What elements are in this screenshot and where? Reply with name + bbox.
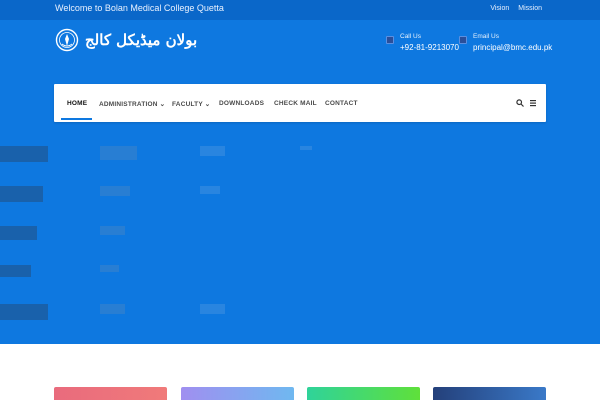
feature-cards xyxy=(0,387,600,400)
hero-image-tile xyxy=(100,146,137,160)
hero-image-tile xyxy=(0,265,31,277)
hero-image-tile xyxy=(100,186,130,196)
hero-image-tile xyxy=(100,265,119,272)
top-bar: Welcome to Bolan Medical College Quetta … xyxy=(0,0,600,20)
top-links: Vision Mission xyxy=(490,5,542,12)
nav-administration-label: ADMINISTRATION xyxy=(99,101,158,108)
main-navbar: HOME ADMINISTRATION ⌄ FACULTY ⌄ DOWNLOAD… xyxy=(54,84,546,122)
chevron-down-icon: ⌄ xyxy=(159,101,166,108)
nav-downloads[interactable]: DOWNLOADS xyxy=(219,100,264,107)
nav-administration[interactable]: ADMINISTRATION ⌄ xyxy=(99,100,165,108)
vision-link[interactable]: Vision xyxy=(490,5,509,12)
call-number[interactable]: +92-81-9213070 xyxy=(400,43,459,52)
welcome-text: Welcome to Bolan Medical College Quetta xyxy=(55,3,224,13)
nav-home[interactable]: HOME xyxy=(67,100,87,107)
nav-faculty-label: FACULTY xyxy=(172,101,203,108)
mail-icon xyxy=(459,36,467,44)
site-logo[interactable]: بولان میڈیکل کالج xyxy=(55,28,197,52)
mission-link[interactable]: Mission xyxy=(518,5,542,12)
hero-image-tile xyxy=(200,186,220,194)
search-icon[interactable] xyxy=(516,99,524,107)
hero-image-tile xyxy=(0,304,48,320)
hero-image-tile xyxy=(100,304,125,314)
email-address[interactable]: principal@bmc.edu.pk xyxy=(473,43,552,52)
hero-image-tile xyxy=(300,146,312,150)
phone-icon xyxy=(386,36,394,44)
feature-card[interactable] xyxy=(433,387,546,400)
chevron-down-icon: ⌄ xyxy=(204,101,211,108)
hero-section xyxy=(0,20,600,344)
hero-image-tile xyxy=(0,186,43,202)
college-emblem-icon xyxy=(55,28,79,52)
feature-card[interactable] xyxy=(181,387,294,400)
nav-faculty[interactable]: FACULTY ⌄ xyxy=(172,100,210,108)
email-us-block: Email Us principal@bmc.edu.pk xyxy=(459,33,552,52)
college-name-urdu: بولان میڈیکل کالج xyxy=(85,31,198,49)
hero-image-tile xyxy=(200,304,225,314)
nav-check-mail[interactable]: CHECK MAIL xyxy=(274,100,317,107)
call-label: Call Us xyxy=(400,33,421,40)
hero-image-tile xyxy=(100,226,125,235)
nav-tools xyxy=(516,99,536,107)
nav-active-indicator xyxy=(61,118,92,120)
feature-card[interactable] xyxy=(307,387,420,400)
hero-image-tile xyxy=(0,146,48,162)
feature-card[interactable] xyxy=(54,387,167,400)
hero-image-tile xyxy=(200,146,225,156)
hero-image-tile xyxy=(0,226,37,240)
call-us-block: Call Us +92-81-9213070 xyxy=(386,33,459,52)
menu-icon[interactable] xyxy=(530,99,536,107)
nav-contact[interactable]: CONTACT xyxy=(325,100,358,107)
email-label: Email Us xyxy=(473,33,500,40)
